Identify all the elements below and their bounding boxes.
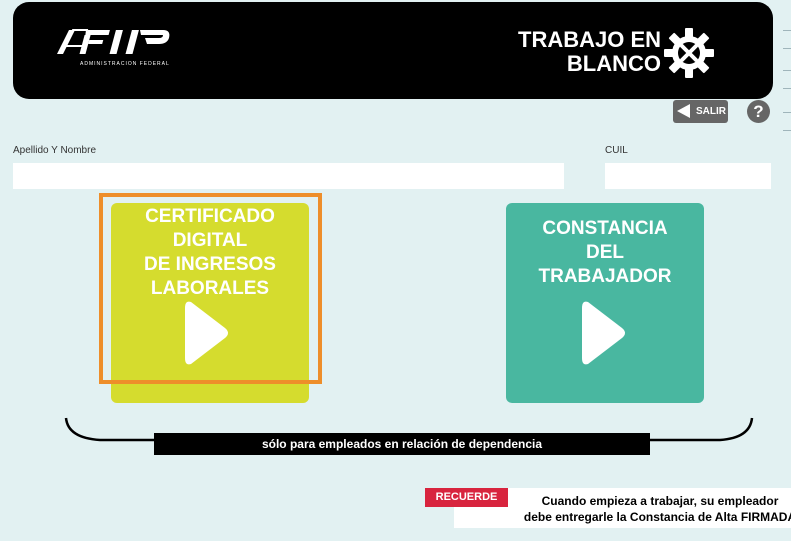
constancia-trabajador-card[interactable]: CONSTANCIA DEL TRABAJADOR xyxy=(506,203,704,403)
constancia-title-line: CONSTANCIA xyxy=(542,218,668,239)
play-icon xyxy=(185,301,228,365)
program-title: TRABAJO EN BLANCO xyxy=(518,28,661,76)
afip-logo[interactable]: ADMINISTRACION FEDERAL xyxy=(55,26,187,72)
notice-line1: Cuando empieza a trabajar, su empleador xyxy=(541,494,779,508)
certificado-digital-card[interactable]: CERTIFICADO DIGITAL DE INGRESOS LABORALE… xyxy=(111,203,309,403)
certificado-title: CERTIFICADO DIGITAL DE INGRESOS LABORALE… xyxy=(111,205,309,301)
cuil-label: CUIL xyxy=(605,145,628,156)
name-input[interactable] xyxy=(13,163,564,189)
certificado-title-line: DE INGRESOS xyxy=(144,254,276,275)
header-banner: ADMINISTRACION FEDERAL TRABAJO EN BLANCO xyxy=(13,2,773,99)
play-icon xyxy=(582,301,625,365)
salir-button[interactable]: SALIR xyxy=(673,100,728,123)
back-arrow-icon xyxy=(677,104,690,118)
certificado-title-line: DIGITAL xyxy=(172,230,248,251)
constancia-title-line: TRABAJADOR xyxy=(538,266,672,287)
notice-text: Cuando empieza a trabajar, su empleador … xyxy=(500,493,791,525)
gear-tools-icon xyxy=(664,28,714,78)
program-title-line2: BLANCO xyxy=(566,51,661,76)
dependency-note: sólo para empleados en relación de depen… xyxy=(154,433,650,455)
cuil-input[interactable] xyxy=(605,163,771,189)
logo-subtitle: ADMINISTRACION FEDERAL xyxy=(80,61,170,67)
constancia-title: CONSTANCIA DEL TRABAJADOR xyxy=(506,217,704,289)
certificado-title-line: CERTIFICADO xyxy=(145,206,275,227)
program-title-line1: TRABAJO EN xyxy=(518,27,662,52)
help-icon: ? xyxy=(753,102,764,121)
help-button[interactable]: ? xyxy=(747,100,770,123)
salir-label: SALIR xyxy=(696,106,726,117)
afip-logo-icon xyxy=(57,29,170,54)
notice-line2: debe entregarle la Constancia de Alta FI… xyxy=(523,510,791,524)
name-label: Apellido Y Nombre xyxy=(13,145,97,156)
constancia-title-line: DEL xyxy=(586,242,624,263)
page-edge-marks xyxy=(780,0,791,541)
recuerde-badge: RECUERDE xyxy=(425,488,508,507)
